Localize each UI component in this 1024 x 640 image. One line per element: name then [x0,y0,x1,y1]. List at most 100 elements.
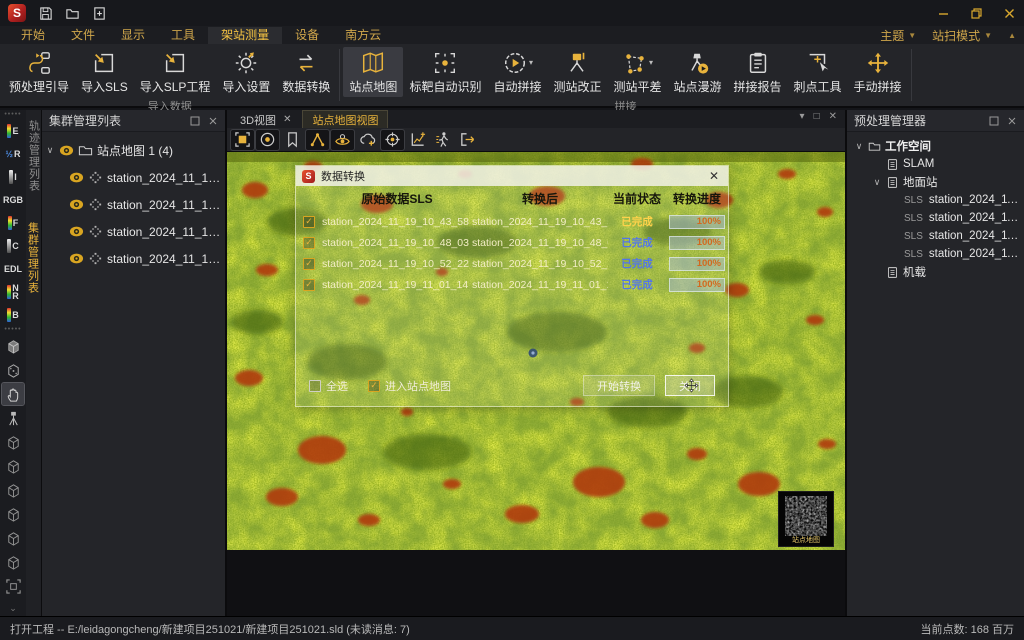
ribbon-button-手动拼接[interactable]: 手动拼接 [848,47,908,97]
dialog-title-bar[interactable]: S 数据转换 ✕ [296,166,728,186]
station-list-item[interactable]: station_2024_11_19_11_0... [45,245,222,272]
ribbon-button-导入SLS[interactable]: 导入SLS [75,47,134,97]
collapse-ribbon-icon[interactable]: ▲ [1008,31,1016,40]
ribbon-button-测站改正[interactable]: 测站改正 [547,47,607,97]
ribbon-button-导入SLP工程[interactable]: 导入SLP工程 [134,47,217,97]
tree-root-row[interactable]: ∨站点地图 1 (4) [45,137,222,164]
view-tab-站点地图视图[interactable]: 站点地图视图 [302,110,388,128]
pp-tree-item[interactable]: ∨地面站 [850,173,1021,191]
row-checkbox[interactable]: ✓ [303,279,315,291]
vt-eye-icon[interactable] [331,130,354,150]
dice-icon[interactable] [2,359,24,381]
close-panel-icon[interactable] [1007,116,1017,126]
visibility-eye-icon[interactable] [59,143,74,158]
station-list-item[interactable]: station_2024_11_19_10_4... [45,191,222,218]
ribbon-button-刺点工具[interactable]: 刺点工具 [788,47,848,97]
scan-mode-menu[interactable]: 站扫模式▼ [932,27,992,44]
cube-view-icon[interactable] [2,431,24,453]
visibility-eye-icon[interactable] [69,170,84,185]
menu-item-南方云[interactable]: 南方云 [332,27,394,44]
vt-dot-icon[interactable] [256,130,279,150]
vt-exit-icon[interactable] [456,130,479,150]
pp-tree-item[interactable]: SLSstation_2024_11_19_10_43_... [850,191,1021,209]
minimize-icon[interactable] [937,7,950,20]
render-mode-I[interactable]: I [1,165,26,188]
start-convert-button[interactable]: 开始转换 [583,375,655,396]
menu-item-显示[interactable]: 显示 [108,27,158,44]
menu-item-设备[interactable]: 设备 [282,27,332,44]
row-checkbox[interactable]: ✓ [303,258,315,270]
collapse-strip-icon[interactable]: ⌄ [9,603,17,616]
cube-view-icon[interactable] [2,503,24,525]
close-icon[interactable] [1003,7,1016,20]
pp-tree-item[interactable]: ∨工作空间 [850,137,1021,155]
menu-item-工具[interactable]: 工具 [158,27,208,44]
maximize-view-icon[interactable]: □ [814,111,820,122]
menu-item-文件[interactable]: 文件 [58,27,108,44]
tab-trajectory-list[interactable]: 轨迹管理列表 [25,116,43,196]
menu-item-架站测量[interactable]: 架站测量 [208,27,282,44]
render-mode-C[interactable]: C [1,234,26,257]
tab-cluster-list[interactable]: 集群管理列表 [24,218,44,298]
restore-icon[interactable] [970,7,983,20]
close-view-icon[interactable]: ✕ [829,111,837,122]
render-mode-RGB[interactable]: RGB [1,188,26,211]
visibility-eye-icon[interactable] [69,224,84,239]
cube-view-icon[interactable] [2,527,24,549]
open-folder-icon[interactable] [65,6,80,21]
render-mode-EDL[interactable]: EDL [1,257,26,280]
box-select-icon[interactable] [2,335,24,357]
pp-tree-item[interactable]: SLAM [850,155,1021,173]
ribbon-button-测站平差[interactable]: ▾测站平差 [607,47,667,97]
pp-tree-item[interactable]: SLSstation_2024_11_19_10_48_... [850,209,1021,227]
float-panel-icon[interactable] [989,116,999,126]
cube-view-icon[interactable] [2,455,24,477]
minimap[interactable]: 站点地图 [778,491,834,547]
station-list-item[interactable]: station_2024_11_19_10_5... [45,218,222,245]
vt-axes-plus-icon[interactable] [406,130,429,150]
vt-select-icon[interactable] [231,130,254,150]
menu-item-开始[interactable]: 开始 [8,27,58,44]
ribbon-button-导入设置[interactable]: 导入设置 [216,47,276,97]
ribbon-button-拼接报告[interactable]: 拼接报告 [728,47,788,97]
visibility-eye-icon[interactable] [69,197,84,212]
vt-angle-icon[interactable] [306,130,329,150]
dialog-close-icon[interactable]: ✕ [706,169,722,183]
float-panel-icon[interactable] [190,116,200,126]
chevron-expanded-icon[interactable]: ∨ [872,177,882,188]
pp-tree-item[interactable]: 机载 [850,263,1021,281]
ribbon-button-预处理引导[interactable]: 预处理引导 [3,47,75,97]
ribbon-button-自动拼接[interactable]: ▾自动拼接 [487,47,547,97]
chevron-expanded-icon[interactable]: ∨ [45,145,55,156]
station-list-item[interactable]: station_2024_11_19_10_4... [45,164,222,191]
close-button[interactable]: 关闭 [665,375,715,396]
render-mode-E[interactable]: E [1,119,26,142]
pp-tree-item[interactable]: SLSstation_2024_11_19_11_01_... [850,245,1021,263]
ribbon-button-站点地图[interactable]: 站点地图 [343,47,403,97]
view-tab-3D视图[interactable]: 3D视图✕ [231,110,300,128]
render-mode-NR[interactable]: N R [1,280,26,303]
ribbon-button-数据转换[interactable]: 数据转换 [276,47,336,97]
vt-bookmark-icon[interactable] [281,130,304,150]
pan-hand-icon[interactable] [2,383,24,405]
ribbon-button-站点漫游[interactable]: 站点漫游 [668,47,728,97]
chevron-expanded-icon[interactable]: ∨ [854,141,864,152]
render-mode-F[interactable]: F [1,211,26,234]
station-tripod-icon[interactable] [2,407,24,429]
enter-map-checkbox[interactable]: ✓进入站点地图 [368,378,451,394]
new-file-icon[interactable] [92,6,107,21]
render-mode-B[interactable]: B [1,303,26,326]
row-checkbox[interactable]: ✓ [303,216,315,228]
close-panel-icon[interactable] [208,116,218,126]
render-mode-R[interactable]: ½R [1,142,26,165]
ribbon-button-标靶自动识别[interactable]: 标靶自动识别 [403,47,487,97]
select-all-checkbox[interactable]: 全选 [309,378,348,394]
cube-view-icon[interactable] [2,479,24,501]
vt-crosshair-icon[interactable] [381,130,404,150]
vt-cloud-plus-icon[interactable] [356,130,379,150]
close-tab-icon[interactable]: ✕ [283,114,291,125]
pp-tree-item[interactable]: SLSstation_2024_11_19_10_52_... [850,227,1021,245]
frame-select-icon[interactable] [2,575,24,597]
save-icon[interactable] [38,6,53,21]
cube-view-icon[interactable] [2,551,24,573]
